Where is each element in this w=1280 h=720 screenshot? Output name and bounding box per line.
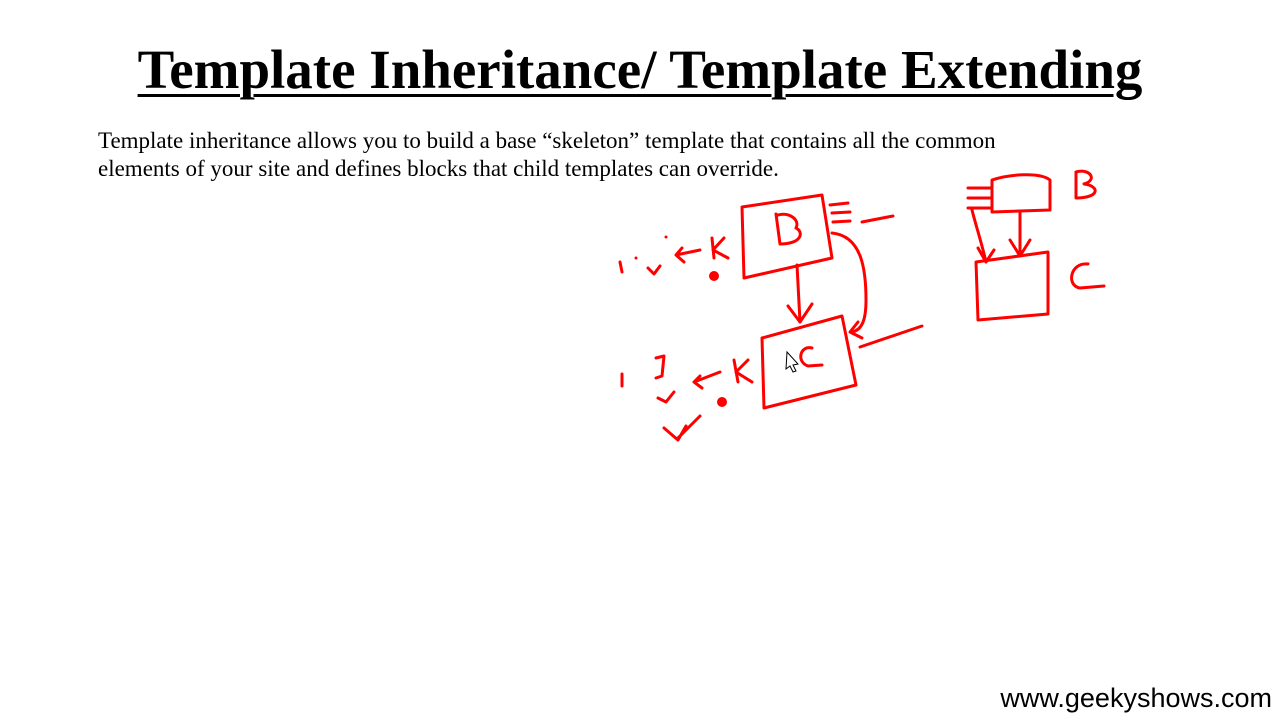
- inheritance-arrows: [786, 231, 868, 340]
- bottom-row-scribbles: [620, 354, 754, 442]
- top-row-scribbles: [618, 235, 730, 281]
- base-block-sketch: [740, 193, 895, 280]
- slide: Template Inheritance/ Template Extending…: [0, 0, 1280, 720]
- freehand-annotation: [618, 169, 1106, 442]
- website-footer: www.geekyshows.com: [1000, 683, 1272, 713]
- right-diagram-sketch: [966, 169, 1106, 322]
- cursor-pointer-icon: [785, 350, 799, 373]
